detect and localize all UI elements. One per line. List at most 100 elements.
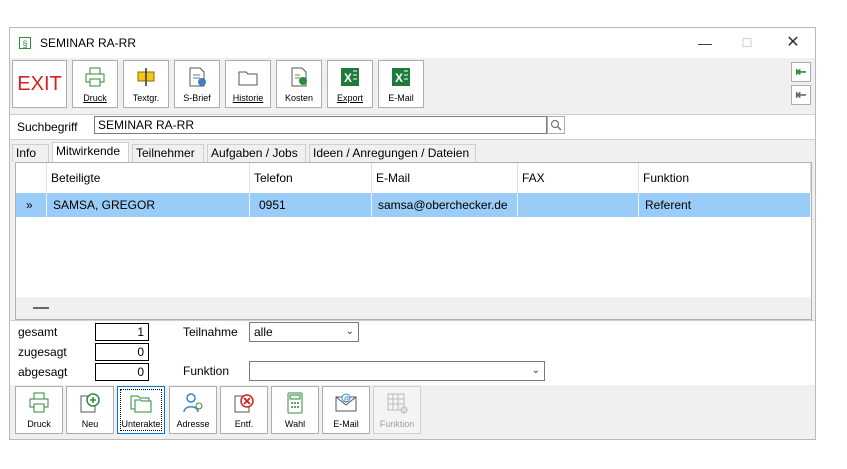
delete-icon	[234, 394, 254, 413]
function-grid-icon	[387, 393, 408, 414]
row-marker: »	[16, 193, 47, 217]
grid-footer	[16, 297, 811, 319]
title-bar: § SEMINAR RA-RR — ☐ ✕	[10, 28, 815, 58]
bottom-toolbar: Druck Neu Unterakte Adresse Entf. Wahl @…	[10, 385, 815, 439]
abgesagt-value: 0	[95, 363, 149, 381]
email-export-label: E-Mail	[388, 93, 414, 103]
minimize-button[interactable]: —	[690, 33, 720, 53]
address-label: Adresse	[176, 419, 210, 429]
collapse-left-secondary-button[interactable]: ⇤	[791, 85, 811, 105]
printer-icon	[29, 392, 49, 413]
subfile-label: Unterakte	[121, 419, 161, 429]
text-block-button[interactable]: Textgr.	[123, 60, 169, 108]
dial-button[interactable]: Wahl	[271, 386, 319, 434]
address-person-icon	[183, 393, 203, 413]
top-toolbar: EXIT Druck Textgr. S-Brief Historie Kost…	[10, 58, 815, 110]
new-label: Neu	[81, 419, 99, 429]
column-header-funktion[interactable]: Funktion	[639, 163, 811, 193]
search-button[interactable]	[547, 116, 565, 134]
cost-sheet-icon	[291, 67, 307, 87]
new-button[interactable]: Neu	[66, 386, 114, 434]
text-block-label: Textgr.	[132, 93, 160, 103]
subfile-button[interactable]: Unterakte	[117, 386, 165, 434]
funktion-label: Funktion	[183, 364, 230, 378]
export-label: Export	[336, 93, 363, 103]
svg-text:X: X	[395, 71, 403, 85]
maximize-button[interactable]: ☐	[732, 33, 762, 53]
cell-email[interactable]: samsa@oberchecker.de	[372, 193, 518, 217]
collapse-left-button[interactable]: ⇤	[791, 62, 811, 82]
cell-funktion[interactable]: Referent	[639, 193, 811, 217]
teilnahme-select[interactable]: alle ⌄	[249, 322, 359, 342]
print-list-button[interactable]: Druck	[15, 386, 63, 434]
print-button[interactable]: Druck	[72, 60, 118, 108]
abgesagt-label: abgesagt	[18, 365, 68, 379]
excel-icon: X	[341, 68, 359, 86]
export-button[interactable]: X Export	[327, 60, 373, 108]
tab-ideen[interactable]: Ideen / Anregungen / Dateien	[309, 144, 476, 162]
tab-aufgaben[interactable]: Aufgaben / Jobs	[207, 144, 306, 162]
participants-grid: Beteiligte Telefon E-Mail FAX Funktion »…	[15, 162, 812, 320]
add-icon	[80, 393, 100, 413]
letter-label: S-Brief	[183, 93, 211, 103]
tab-teilnehmer[interactable]: Teilnehmer	[132, 144, 204, 162]
column-header-beteiligte[interactable]: Beteiligte	[47, 163, 250, 193]
column-header-fax[interactable]: FAX	[518, 163, 639, 193]
teilnahme-label: Teilnahme	[183, 325, 238, 339]
cell-beteiligte[interactable]: SAMSA, GREGOR	[47, 193, 250, 217]
address-button[interactable]: Adresse	[169, 386, 217, 434]
chevron-down-icon: ⌄	[345, 326, 354, 337]
email-export-button[interactable]: X E-Mail	[378, 60, 424, 108]
letter-gear-icon	[189, 67, 206, 87]
history-label: Historie	[232, 93, 264, 103]
dial-label: Wahl	[284, 419, 306, 429]
column-header-email[interactable]: E-Mail	[372, 163, 518, 193]
search-row: Suchbegriff	[10, 114, 815, 140]
folder-icon	[238, 71, 258, 86]
svg-text:X: X	[344, 71, 352, 85]
cell-telefon[interactable]: 0951	[250, 193, 372, 217]
summary-panel: gesamt 1 zugesagt 0 abgesagt 0 Teilnahme…	[10, 320, 815, 385]
history-button[interactable]: Historie	[225, 60, 271, 108]
email-label: E-Mail	[333, 419, 359, 429]
app-icon: §	[19, 37, 31, 49]
gesamt-label: gesamt	[18, 325, 58, 339]
chevron-down-icon: ⌄	[531, 365, 540, 376]
minus-icon	[33, 307, 49, 309]
gesamt-value: 1	[95, 323, 149, 341]
main-window: § SEMINAR RA-RR — ☐ ✕ EXIT Druck Textgr.…	[9, 27, 816, 440]
print-list-label: Druck	[27, 419, 51, 429]
svg-text:@: @	[344, 397, 350, 403]
excel-mail-icon: X	[392, 68, 410, 86]
search-label: Suchbegriff	[17, 120, 78, 134]
exit-button[interactable]: EXIT	[12, 60, 67, 108]
text-block-icon	[137, 68, 155, 86]
column-header-telefon[interactable]: Telefon	[250, 163, 372, 193]
email-button[interactable]: @ E-Mail	[322, 386, 370, 434]
tab-strip: Info Mitwirkende Teilnehmer Aufgaben / J…	[10, 142, 815, 162]
search-icon	[550, 119, 562, 131]
printer-icon	[85, 67, 105, 87]
letter-button[interactable]: S-Brief	[174, 60, 220, 108]
print-label: Druck	[83, 93, 107, 103]
cost-button[interactable]: Kosten	[276, 60, 322, 108]
cost-label: Kosten	[284, 93, 314, 103]
zugesagt-label: zugesagt	[18, 345, 67, 359]
teilnahme-value: alle	[254, 325, 273, 339]
close-button[interactable]: ✕	[778, 33, 808, 53]
row-indicator-header	[16, 163, 47, 193]
email-envelope-icon: @	[335, 393, 357, 412]
tab-mitwirkende[interactable]: Mitwirkende	[52, 142, 129, 162]
delete-label: Entf.	[234, 419, 254, 429]
window-title: SEMINAR RA-RR	[40, 36, 137, 50]
table-row[interactable]: » SAMSA, GREGOR 0951 samsa@oberchecker.d…	[16, 193, 811, 217]
delete-button[interactable]: Entf.	[220, 386, 268, 434]
function-button[interactable]: Funktion	[373, 386, 421, 434]
zugesagt-value: 0	[95, 343, 149, 361]
function-label: Funktion	[379, 419, 415, 429]
cell-fax[interactable]	[518, 193, 639, 217]
tab-info[interactable]: Info	[12, 144, 49, 162]
search-input[interactable]	[94, 116, 547, 134]
funktion-select[interactable]: ⌄	[249, 361, 545, 381]
phone-dial-icon	[287, 392, 303, 414]
